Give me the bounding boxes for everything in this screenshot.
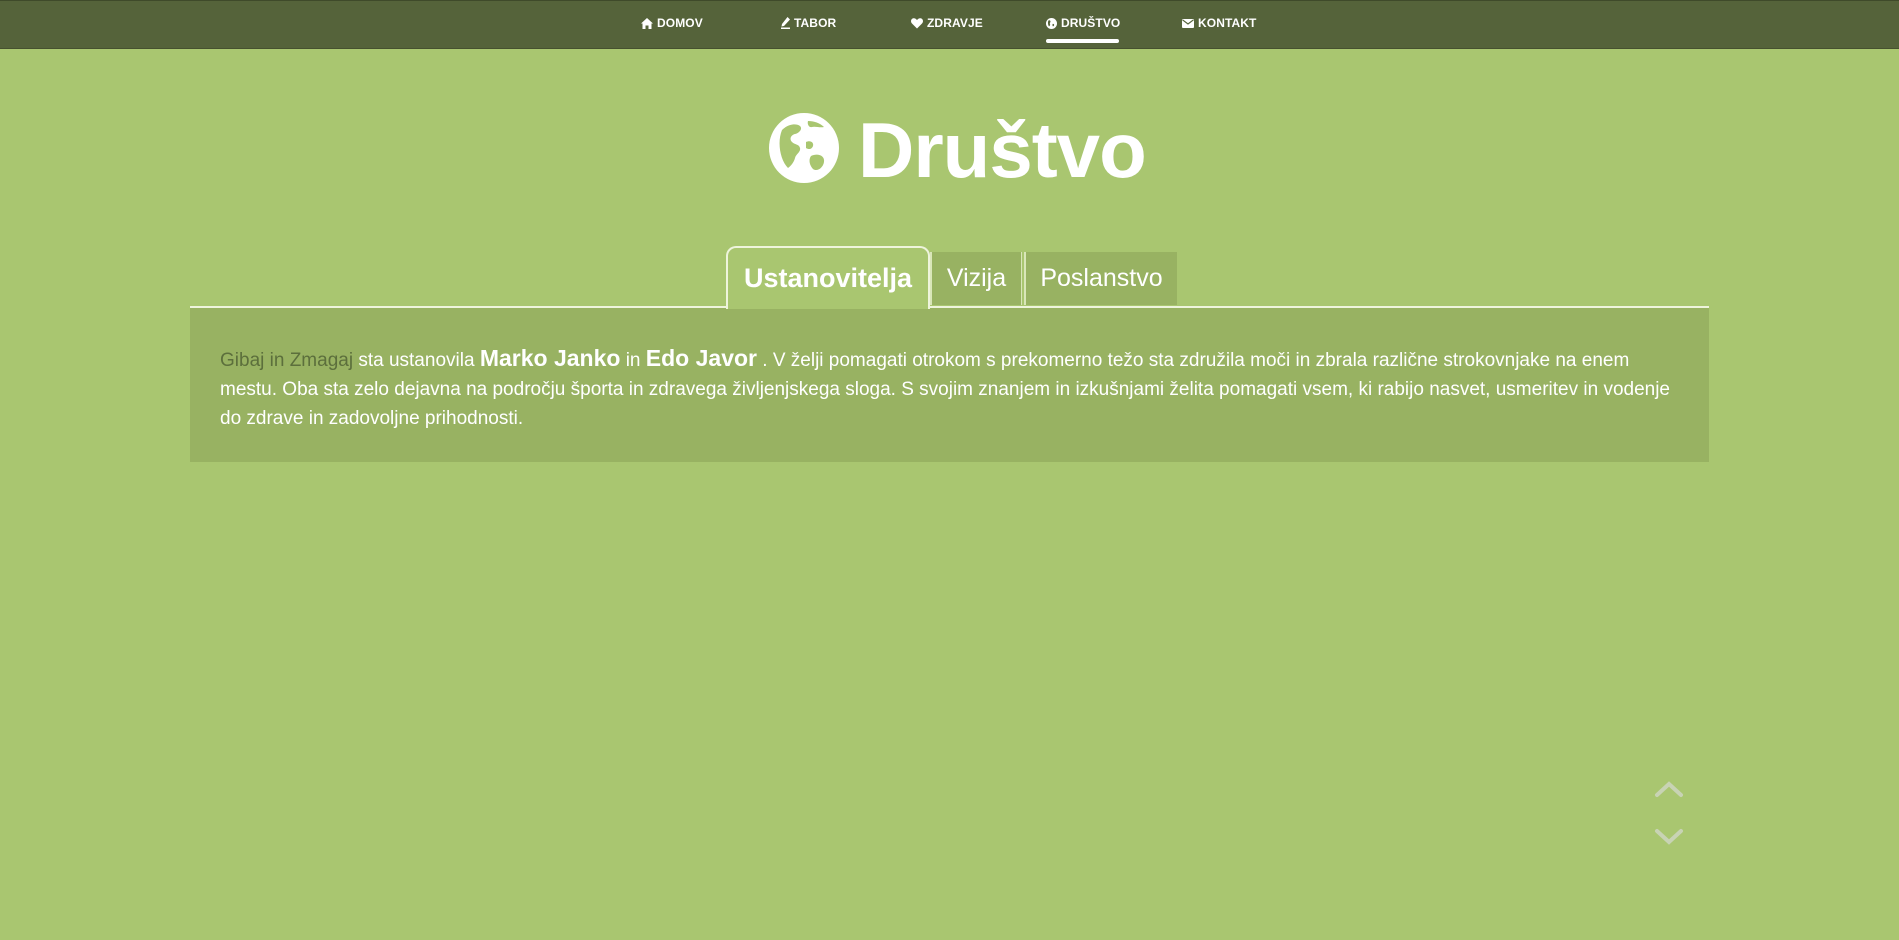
nav-item-domov[interactable]: DOMOV bbox=[641, 13, 703, 33]
active-nav-indicator bbox=[1046, 39, 1119, 43]
heart-icon bbox=[911, 17, 923, 29]
founder-name: Marko Janko bbox=[479, 345, 621, 371]
scroll-up-button[interactable] bbox=[1654, 778, 1684, 800]
scroll-down-button[interactable] bbox=[1654, 826, 1684, 848]
home-icon bbox=[641, 17, 653, 29]
brand-name: Gibaj in Zmagaj bbox=[220, 350, 354, 371]
globe-icon bbox=[1046, 17, 1057, 29]
nav-item-label: DRUŠTVO bbox=[1061, 16, 1121, 30]
tab-ustanovitelja[interactable]: Ustanovitelja bbox=[726, 246, 930, 309]
tab-content-panel: Gibaj in Zmagaj sta ustanovila Marko Jan… bbox=[190, 308, 1709, 462]
nav-item-label: DOMOV bbox=[657, 16, 703, 30]
content-text: in bbox=[620, 350, 646, 371]
nav-item-kontakt[interactable]: KONTAKT bbox=[1182, 13, 1256, 33]
nav-item-tabor[interactable]: TABOR bbox=[781, 13, 836, 33]
tab-poslanstvo[interactable]: Poslanstvo bbox=[1024, 252, 1177, 305]
pencil-icon bbox=[781, 17, 790, 29]
chevron-up-icon bbox=[1654, 781, 1684, 804]
founder-name: Edo Javor bbox=[645, 345, 757, 371]
nav-item-zdravje[interactable]: ZDRAVJE bbox=[911, 13, 983, 33]
globe-icon bbox=[768, 112, 840, 189]
page-title: Društvo bbox=[768, 106, 1147, 194]
nav-item-drustvo[interactable]: DRUŠTVO bbox=[1046, 13, 1120, 33]
content-text: sta ustanovila bbox=[353, 350, 480, 371]
nav-item-label: TABOR bbox=[794, 16, 837, 30]
tab-vizija[interactable]: Vizija bbox=[930, 252, 1022, 305]
nav-item-label: ZDRAVJE bbox=[927, 16, 983, 30]
envelope-icon bbox=[1182, 18, 1194, 28]
nav-item-label: KONTAKT bbox=[1198, 16, 1257, 30]
chevron-down-icon bbox=[1654, 829, 1684, 852]
page-title-text: Društvo bbox=[858, 106, 1147, 194]
top-navigation-bar: DOMOV TABOR ZDRAVJE DRUŠTVO KONTAKT bbox=[0, 0, 1899, 49]
